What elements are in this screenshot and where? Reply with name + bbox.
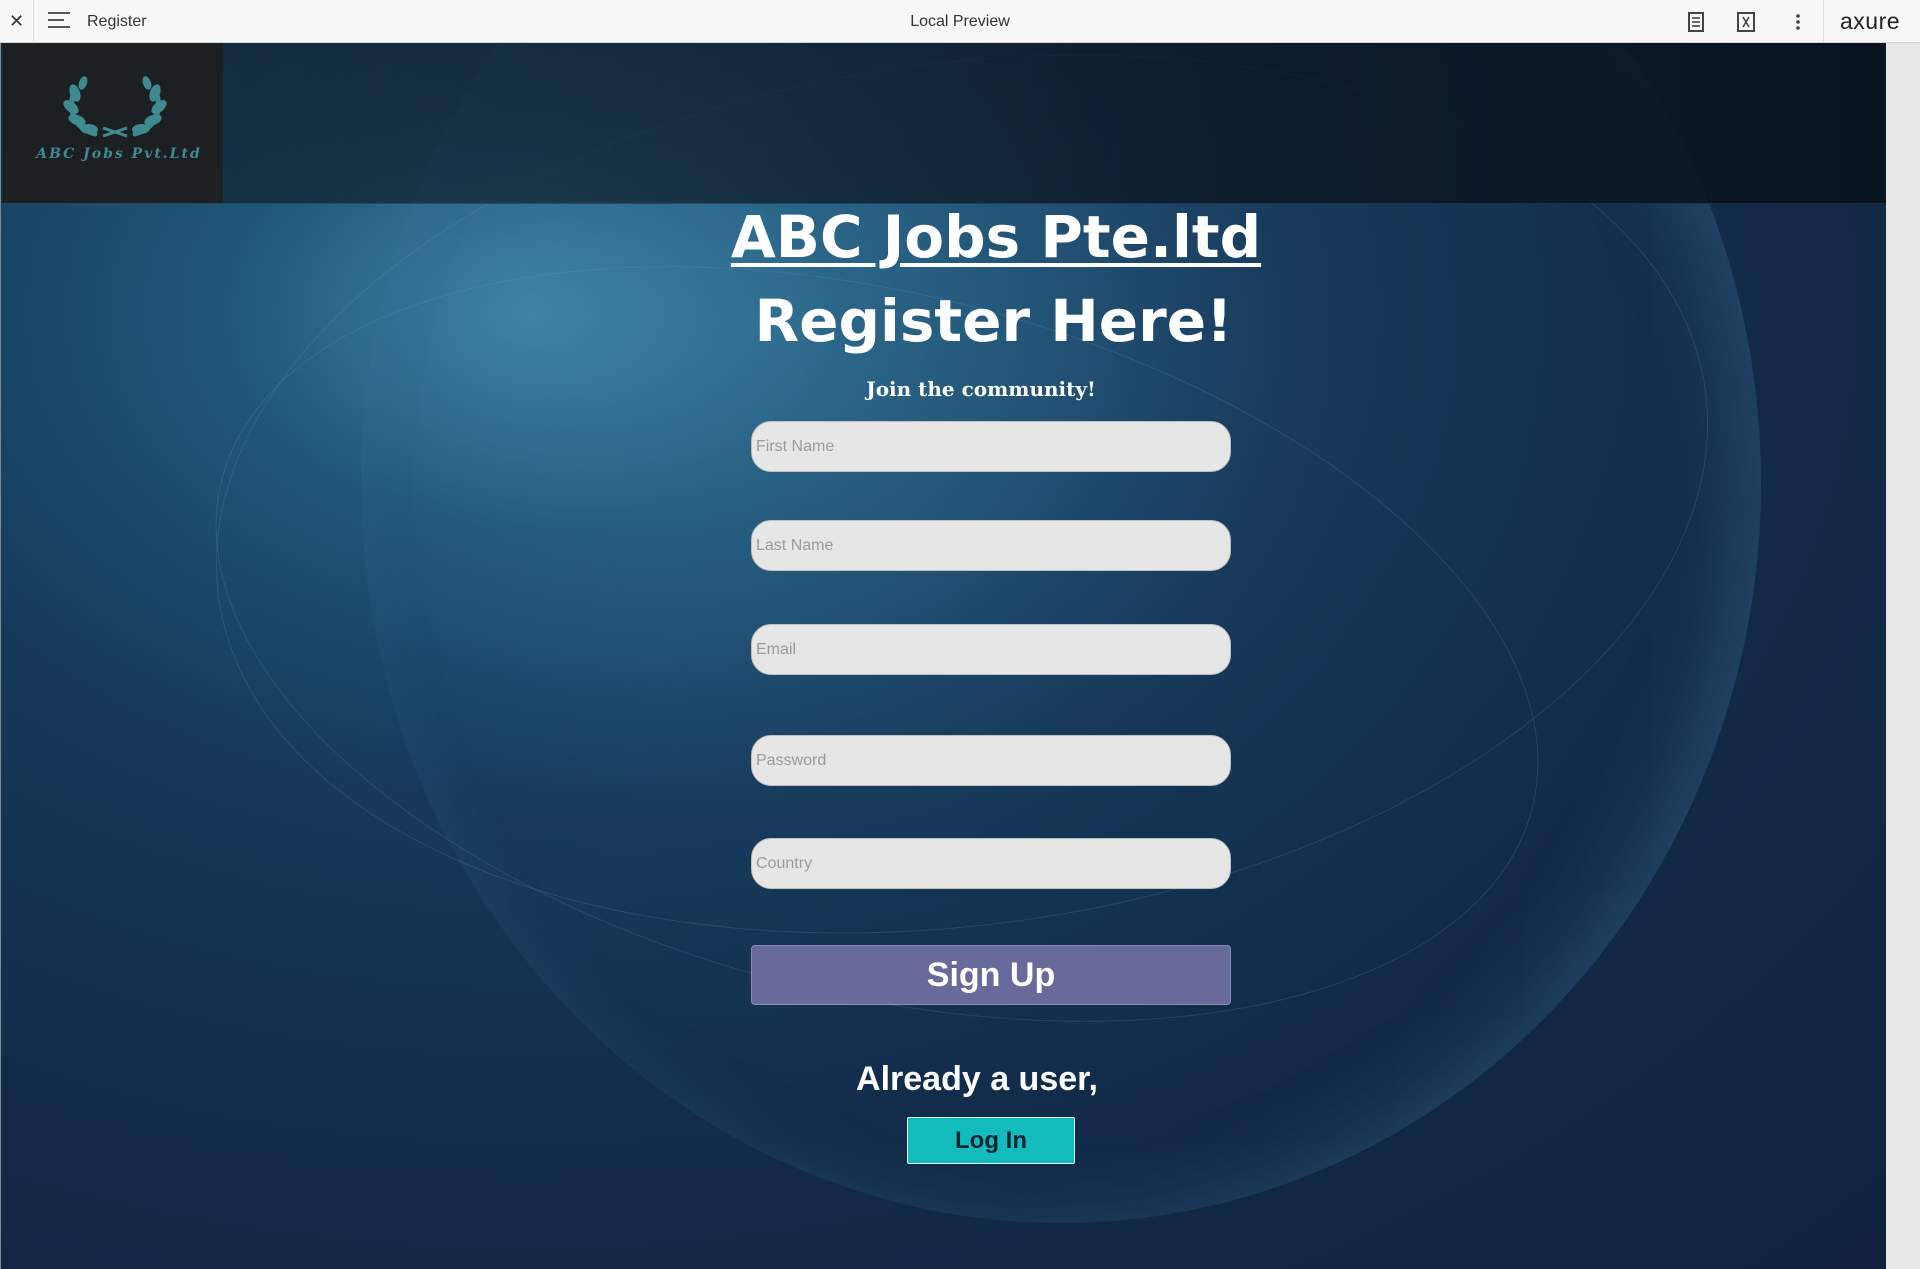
more-icon[interactable]: [1787, 11, 1809, 33]
axure-toolbar: ✕ Register Local Preview axure: [0, 0, 1920, 43]
preview-title: Local Preview: [910, 13, 1010, 30]
sign-up-button[interactable]: Sign Up: [751, 945, 1231, 1005]
scrollbar-track[interactable]: [1886, 43, 1920, 1269]
tagline: Join the community!: [866, 377, 1096, 401]
company-logo: ABC Jobs Pvt.Ltd: [3, 43, 223, 203]
page-name: Register: [87, 13, 147, 30]
already-user-text: Already a user,: [856, 1060, 1098, 1098]
first-name-field[interactable]: [751, 421, 1231, 472]
close-icon[interactable]: ✕: [0, 0, 34, 43]
email-field[interactable]: [751, 624, 1231, 675]
toolbar-divider: [1823, 0, 1824, 43]
variables-icon[interactable]: [1735, 11, 1757, 33]
log-in-button[interactable]: Log In: [907, 1117, 1075, 1164]
country-field[interactable]: [751, 838, 1231, 889]
laurel-icon: [63, 76, 167, 138]
page-canvas: ABC Jobs Pvt.Ltd ABC Jobs Pte.ltd Regist…: [0, 43, 1886, 1269]
logo-text: ABC Jobs Pvt.Ltd: [36, 146, 202, 162]
notes-icon[interactable]: [1685, 11, 1707, 33]
register-heading: Register Here!: [754, 287, 1233, 355]
header-band: [1, 43, 1886, 204]
last-name-field[interactable]: [751, 520, 1231, 571]
password-field[interactable]: [751, 735, 1231, 786]
page-title: ABC Jobs Pte.ltd: [730, 203, 1262, 271]
axure-logo: axure: [1840, 8, 1901, 34]
menu-icon[interactable]: [48, 12, 70, 30]
